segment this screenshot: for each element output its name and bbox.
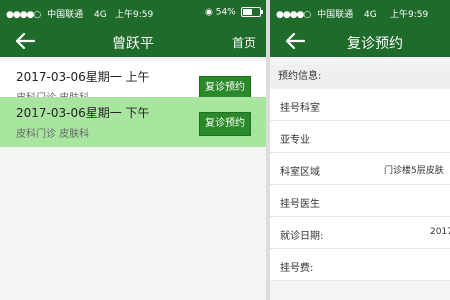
revisit-appointment-button[interactable]: 复诊预约 [199,112,251,136]
carrier-name: 中国联通 [317,10,354,20]
field-label: 就诊日期: [280,231,324,242]
field-label: 亚专业 [280,135,310,146]
status-bar: ●●●●○ 中国联通 4G 上午9:59 ◉ 54% [0,0,266,25]
field-label: 挂号医生 [280,199,320,210]
battery-icon [240,7,263,17]
status-bar: ●●●●○ 中国联通 4G 上午9:59 [270,0,450,25]
form-row-fee: 挂号费: [270,249,450,281]
lock-rotation-icon: ◉ [205,7,213,18]
carrier-info: ●●●●○ 中国联通 4G [6,7,107,20]
status-time: 上午9:59 [390,10,429,20]
form-row-visit-date: 就诊日期: 2017 [270,217,450,249]
section-header: 预约信息: [270,65,450,89]
form-row-subspecialty: 亚专业 [270,121,450,153]
signal-icon: ●●●●○ [6,10,41,20]
home-link[interactable]: 首页 [232,34,256,51]
field-label: 挂号费: [280,263,314,274]
form-row-doctor: 挂号医生 [270,185,450,217]
status-time: 上午9:59 [115,10,154,20]
carrier-name: 中国联通 [47,10,84,20]
signal-icon: ●●●●○ [276,10,311,20]
nav-bar: 曾跃平 首页 [0,25,266,57]
battery-info: ◉ 54% [205,7,263,18]
appointment-date: 2017-03-06星期一 下午 [16,106,150,120]
appointment-list-screen: ●●●●○ 中国联通 4G 上午9:59 ◉ 54% 曾跃平 首页 2017-0… [0,0,266,300]
field-value: 门诊楼5层皮肤 [384,166,444,176]
network-type: 4G [94,10,107,20]
appointment-dept: 皮科门诊 皮肤科 [16,129,90,140]
page-title: 曾跃平 [112,36,154,52]
field-label: 科室区域 [280,167,320,178]
revisit-appointment-screen: ●●●●○ 中国联通 4G 上午9:59 复诊预约 预约信息: 挂号科室 亚专业… [270,0,450,300]
form-row-area: 科室区域 门诊楼5层皮肤 [270,153,450,185]
carrier-info: ●●●●○ 中国联通 4G [276,7,377,20]
page-title: 复诊预约 [347,36,403,52]
appointment-item-selected[interactable]: 2017-03-06星期一 下午 皮科门诊 皮肤科 复诊预约 [0,97,266,147]
form-row-department: 挂号科室 [270,89,450,121]
field-label: 挂号科室 [280,103,320,114]
network-type: 4G [364,10,377,20]
battery-percent: 54% [215,7,236,18]
nav-bar: 复诊预约 [270,25,450,57]
field-value: 2017 [430,227,450,237]
appointment-date: 2017-03-06星期一 上午 [16,70,150,84]
